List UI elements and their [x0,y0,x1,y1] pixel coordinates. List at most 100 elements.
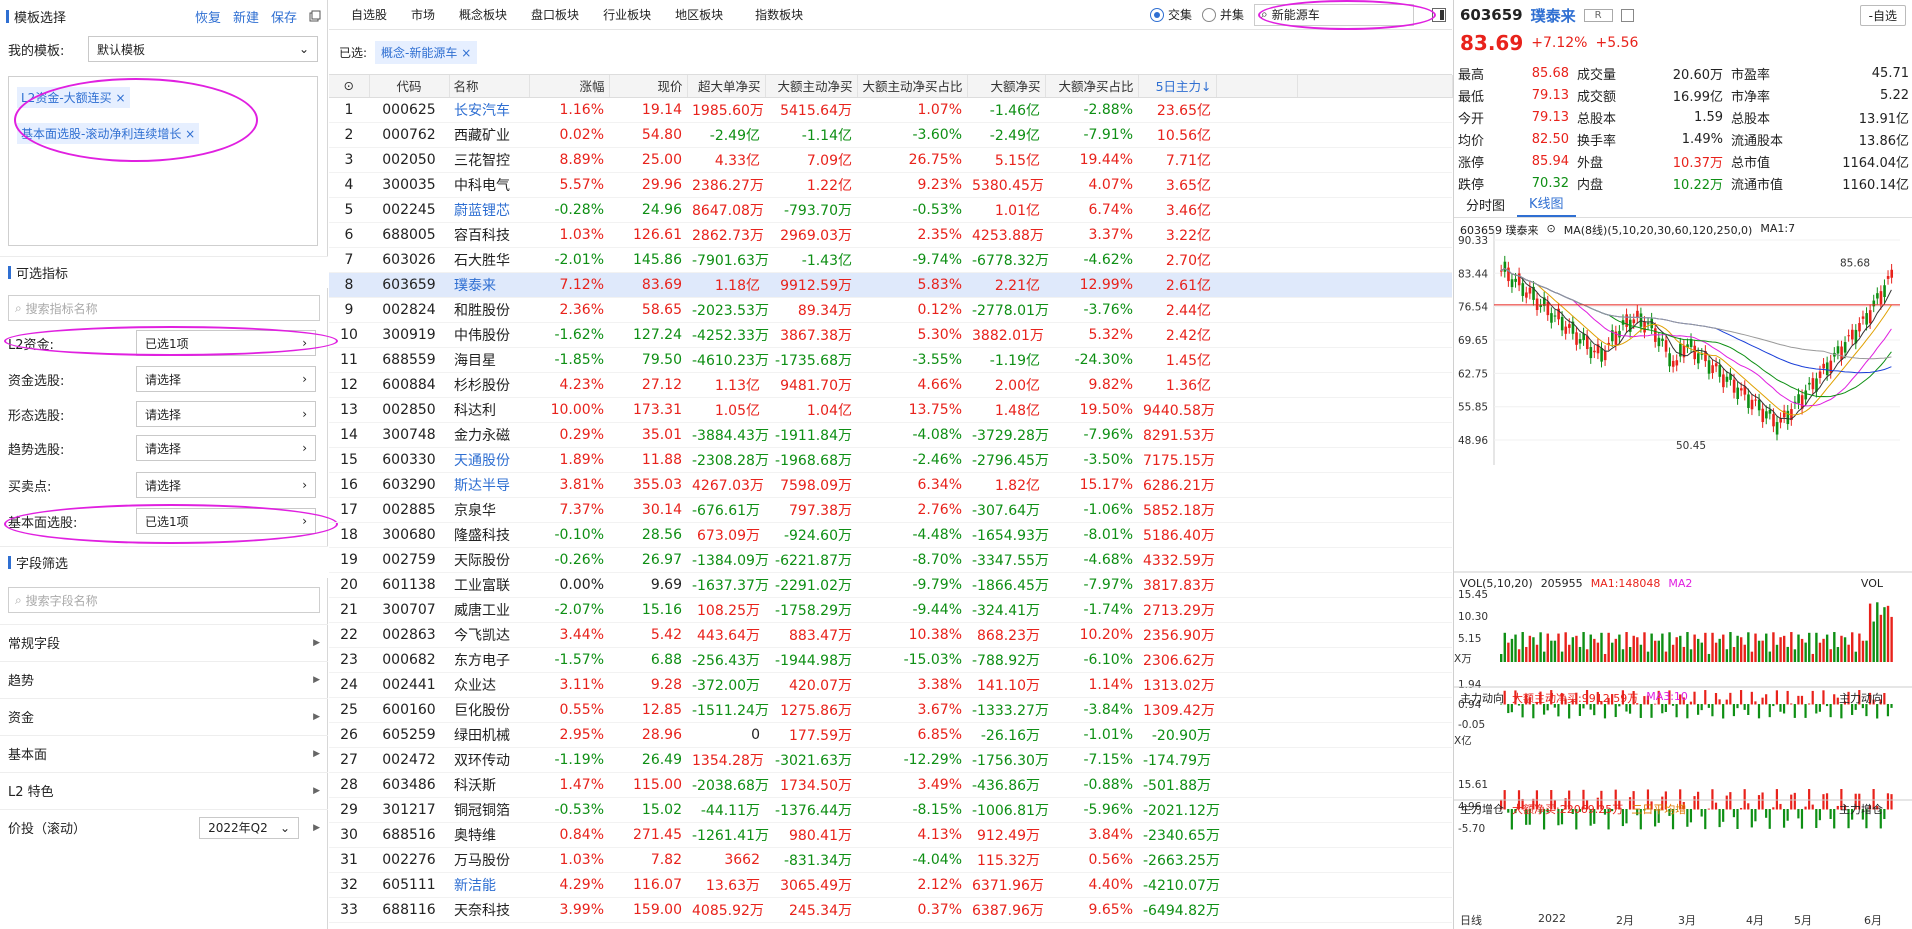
tab-intraday[interactable]: 分时图 [1454,195,1517,217]
filter-select[interactable]: 请选择 › [136,401,316,427]
quarter-select[interactable]: 2022年Q2 ⌄ [199,816,300,839]
cell-big-active-ratio: 0.37% [857,897,967,923]
group-fund[interactable]: 资金 ▶ [0,698,328,734]
table-row[interactable]: 18 300680 隆盛科技 -0.10% 28.56 673.09万 -924.60万 -4… [329,522,1452,548]
table-row[interactable]: 28 603486 科沃斯 1.47% 115.00 -2038.68万 1734.50万 3… [329,772,1452,798]
table-row[interactable]: 2 000762 西藏矿业 0.02% 54.80 -2.49亿 -1.14亿 -3.60% -… [329,122,1452,148]
filter-fund[interactable]: 资金选股: 请选择 › [0,362,328,396]
table-row[interactable]: 11 688559 海目星 -1.85% 79.50 -4610.23万 -1735.68万… [329,347,1452,373]
tab-concept[interactable]: 概念板块 [447,6,519,23]
table-row[interactable]: 10 300919 中伟股份 -1.62% 127.24 -4252.33万 3867.38… [329,322,1452,348]
filter-pattern[interactable]: 形态选股: 请选择 › [0,397,328,431]
kline-chart[interactable]: 90.33 83.44 76.54 69.65 62.75 55.85 48.96 85.68… [1454,222,1912,929]
field-search-input[interactable]: ⌕ 搜索字段名称 [8,587,320,613]
tab-market[interactable]: 市场 [399,6,447,23]
tab-kline[interactable]: K线图 [1517,193,1576,217]
table-row[interactable]: 14 300748 金力永磁 0.29% 35.01 -3884.43万 -1911.84万… [329,422,1452,448]
group-regular[interactable]: 常规字段 ▶ [0,624,328,660]
col-big-net[interactable]: 大额净买 [967,75,1046,98]
table-row[interactable]: 7 603026 石大胜华 -2.01% 145.86 -7901.63万 -1.43亿 -9… [329,247,1452,273]
radio-intersect[interactable]: 交集 [1149,6,1192,23]
table-row[interactable]: 29 301217 铜冠铜箔 -0.53% 15.02 -44.11万 -1376.44万 -… [329,797,1452,823]
cell-code: 688516 [369,822,449,848]
filter-l2[interactable]: L2资金: 已选1项 › [0,326,328,360]
col-change[interactable]: 涨幅 [529,75,610,98]
table-row[interactable]: 31 002276 万马股份 1.03% 7.82 3662 -831.34万 -4.04% 1… [329,847,1452,873]
col-name[interactable]: 名称 [449,75,530,98]
settings-icon[interactable]: ⊙ [329,75,370,98]
col-big-active-ratio[interactable]: 大额主动净买占比 [857,75,968,98]
col-super-net[interactable]: 超大单净买 [687,75,766,98]
table-row[interactable]: 21 300707 威唐工业 -2.07% 15.16 108.25万 -1758.29万 -… [329,597,1452,623]
table-row[interactable]: 12 600884 杉杉股份 4.23% 27.12 1.13亿 9481.70万 4.66%… [329,372,1452,398]
condition-chip[interactable]: 基本面选股-滚动净利连续增长 × [17,123,200,144]
col-5day-main[interactable]: 5日主力↓ [1138,75,1217,98]
cell-big-active-ratio: 4.13% [857,822,967,848]
table-row[interactable]: 33 688116 天奈科技 3.99% 159.00 4085.92万 245.34万 0.… [329,897,1452,923]
table-row[interactable]: 8 603659 璞泰来 7.12% 83.69 1.18亿 9912.59万 5.83% 2.… [329,272,1452,298]
table-row[interactable]: 19 002759 天际股份 -0.26% 26.97 -1384.09万 -6221.87… [329,547,1452,573]
selected-concept-chip[interactable]: 概念-新能源车 × [375,40,478,64]
panel-toggle-icon[interactable] [1432,7,1446,22]
stat-value: 79.13 [1531,109,1569,125]
tab-index[interactable]: 指数板块 [735,6,815,23]
indicator-search-input[interactable]: ⌕ 搜索指标名称 [8,295,320,321]
table-row[interactable]: 1 000625 长安汽车 1.16% 19.14 1985.60万 5415.64万 1.0… [329,97,1452,123]
stats-row: 最低 79.13 成交额 16.99亿 市净率 5.22 [1454,84,1912,106]
chevron-right-icon: › [302,441,307,455]
tab-region[interactable]: 地区板块 [663,6,735,23]
table-row[interactable]: 23 000682 东方电子 -1.57% 6.88 -256.43万 -1944.98万 -… [329,647,1452,673]
col-big-active-net[interactable]: 大额主动净买 [765,75,858,98]
filter-trade-point[interactable]: 买卖点: 请选择 › [0,468,328,502]
radio-union[interactable]: 并集 [1201,6,1244,23]
filter-select[interactable]: 已选1项 › [136,330,316,356]
cell-big-active-ratio: 4.66% [857,372,967,398]
group-trend[interactable]: 趋势 ▶ [0,661,328,697]
col-big-net-ratio[interactable]: 大额净买占比 [1045,75,1139,98]
flow-bar [1603,704,1607,719]
filter-select[interactable]: 请选择 › [136,366,316,392]
filter-trend[interactable]: 趋势选股: 请选择 › [0,431,328,465]
table-row[interactable]: 25 600160 巨化股份 0.55% 12.85 -1511.24万 1275.86万 3… [329,697,1452,723]
new-template-button[interactable]: 新建 [233,7,259,26]
table-row[interactable]: 26 605259 绿田机械 2.95% 28.96 0 177.59万 6.85% -26.1… [329,722,1452,748]
candle-body [1722,374,1725,388]
table-row[interactable]: 3 002050 三花智控 8.89% 25.00 4.33亿 7.09亿 26.75% 5.1… [329,147,1452,173]
table-row[interactable]: 30 688516 奥特维 0.84% 271.45 -1261.41万 980.41万 4.… [329,822,1452,848]
col-price[interactable]: 现价 [609,75,688,98]
table-row[interactable]: 22 002863 今飞凯达 3.44% 5.42 443.64万 883.47万 10.38… [329,622,1452,648]
restore-button[interactable]: 恢复 [195,7,221,26]
table-row[interactable]: 5 002245 蔚蓝锂芯 -0.28% 24.96 8647.08万 -793.70万 -0… [329,197,1452,223]
table-row[interactable]: 16 603290 斯达半导 3.81% 355.03 4267.03万 7598.09万 6… [329,472,1452,498]
col-code[interactable]: 代码 [369,75,450,98]
table-row[interactable]: 13 002850 科达利 10.00% 173.31 1.05亿 1.04亿 13.75% 1… [329,397,1452,423]
tab-industry[interactable]: 行业板块 [591,6,663,23]
table-row[interactable]: 6 688005 容百科技 1.03% 126.61 2862.73万 2969.03万 2.… [329,222,1452,248]
template-select[interactable]: 默认模板 ⌄ [88,36,318,62]
save-template-button[interactable]: 保存 [271,7,297,26]
remove-watch-button[interactable]: -自选 [1859,4,1906,26]
candle-body [1603,351,1607,361]
table-row[interactable]: 27 002472 双环传动 -1.19% 26.49 1354.28万 -3021.63万… [329,747,1452,773]
condition-chip[interactable]: L2资金-大额连买 × [17,87,130,108]
filter-select[interactable]: 请选择 › [136,472,316,498]
cell-empty [1216,722,1297,748]
table-row[interactable]: 24 002441 众业达 3.11% 9.28 -372.00万 420.07万 3.38%… [329,672,1452,698]
group-fundamental[interactable]: 基本面 ▶ [0,735,328,771]
filter-select[interactable]: 已选1项 › [136,508,316,534]
table-row[interactable]: 17 002885 京泉华 7.37% 30.14 -676.61万 797.38万 2.76… [329,497,1452,523]
filter-fundamental[interactable]: 基本面选股: 已选1项 › [0,504,328,538]
table-row[interactable]: 32 605111 新洁能 4.29% 116.07 13.63万 3065.49万 2.12… [329,872,1452,898]
filter-select[interactable]: 请选择 › [136,435,316,461]
copy-icon[interactable] [309,10,321,22]
tab-handicap[interactable]: 盘口板块 [519,6,591,23]
table-row[interactable]: 20 601138 工业富联 0.00% 9.69 -1637.37万 -2291.02万 -… [329,572,1452,598]
group-l2[interactable]: L2 特色 ▶ [0,772,328,808]
concept-search-input[interactable]: ⌕ 新能源车 [1254,3,1414,26]
table-row[interactable]: 9 002824 和胜股份 2.36% 58.65 -2023.53万 89.34万 0.12… [329,297,1452,323]
tab-watchlist[interactable]: 自选股 [329,6,399,23]
table-row[interactable]: 15 600330 天通股份 1.89% 11.88 -2308.28万 -1968.68万… [329,447,1452,473]
table-row[interactable]: 4 300035 中科电气 5.57% 29.96 2386.27万 1.22亿 9.23% 5… [329,172,1452,198]
cell-big-active-net: -831.34万 [765,847,857,873]
cell-price: 25.00 [609,147,687,173]
